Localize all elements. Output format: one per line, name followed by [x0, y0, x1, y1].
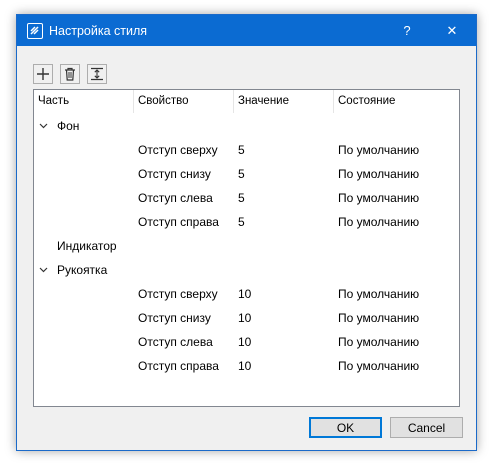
help-button[interactable]: ? [385, 15, 429, 46]
tree-row[interactable]: Отступ слева 10 По умолчанию [34, 330, 459, 354]
move-icon [91, 67, 103, 81]
style-settings-dialog: Настройка стиля ? ✕ Часть Свойство Значе… [16, 14, 477, 451]
column-header-property[interactable]: Свойство [134, 90, 234, 113]
value-cell: 5 [238, 167, 245, 181]
column-header-part[interactable]: Часть [34, 90, 134, 113]
property-cell: Отступ снизу [138, 311, 211, 325]
state-cell: По умолчанию [338, 359, 420, 373]
column-header-value[interactable]: Значение [234, 90, 334, 113]
value-cell: 10 [238, 359, 252, 373]
tree-group-row[interactable]: Индикатор [34, 234, 459, 258]
tree-row[interactable]: Отступ снизу 5 По умолчанию [34, 162, 459, 186]
property-cell: Отступ слева [138, 191, 213, 205]
part-label: Фон [57, 119, 80, 133]
tree-row[interactable]: Отступ снизу 10 По умолчанию [34, 306, 459, 330]
property-cell: Отступ сверху [138, 287, 218, 301]
value-cell: 10 [238, 335, 252, 349]
state-cell: По умолчанию [338, 335, 420, 349]
cancel-button[interactable]: Cancel [390, 417, 463, 438]
tree-row[interactable]: Отступ сверху 5 По умолчанию [34, 138, 459, 162]
style-tree[interactable]: Часть Свойство Значение Состояние Фон Отс… [33, 89, 460, 407]
property-cell: Отступ слева [138, 335, 213, 349]
tree-row[interactable]: Отступ слева 5 По умолчанию [34, 186, 459, 210]
tree-row[interactable]: Отступ справа 10 По умолчанию [34, 354, 459, 378]
column-header-state[interactable]: Состояние [334, 90, 459, 113]
part-label: Индикатор [57, 239, 117, 253]
value-cell: 5 [238, 191, 245, 205]
property-cell: Отступ справа [138, 215, 219, 229]
tree-row[interactable]: Отступ сверху 10 По умолчанию [34, 282, 459, 306]
window-title: Настройка стиля [49, 24, 148, 38]
ok-button[interactable]: OK [309, 417, 382, 438]
tree-group-row[interactable]: Рукоятка [34, 258, 459, 282]
title-bar[interactable]: Настройка стиля ? ✕ [17, 15, 476, 46]
state-cell: По умолчанию [338, 287, 420, 301]
delete-button[interactable] [60, 64, 80, 84]
state-cell: По умолчанию [338, 167, 420, 181]
state-cell: По умолчанию [338, 191, 420, 205]
part-label: Рукоятка [57, 263, 108, 277]
move-button[interactable] [87, 64, 107, 84]
chevron-down-icon[interactable] [37, 258, 49, 282]
value-cell: 5 [238, 143, 245, 157]
property-cell: Отступ справа [138, 359, 219, 373]
state-cell: По умолчанию [338, 215, 420, 229]
tree-group-row[interactable]: Фон [34, 114, 459, 138]
plus-icon [37, 68, 49, 80]
tree-header: Часть Свойство Значение Состояние [34, 90, 459, 113]
state-cell: По умолчанию [338, 143, 420, 157]
state-cell: По умолчанию [338, 311, 420, 325]
trash-icon [65, 67, 75, 81]
close-icon: ✕ [446, 22, 458, 38]
add-part-button[interactable] [33, 64, 53, 84]
value-cell: 10 [238, 287, 252, 301]
property-cell: Отступ сверху [138, 143, 218, 157]
help-icon: ? [403, 23, 411, 38]
property-cell: Отступ снизу [138, 167, 211, 181]
tree-row[interactable]: Отступ справа 5 По умолчанию [34, 210, 459, 234]
value-cell: 10 [238, 311, 252, 325]
app-icon [27, 23, 43, 39]
close-button[interactable]: ✕ [430, 15, 474, 46]
value-cell: 5 [238, 215, 245, 229]
chevron-down-icon[interactable] [37, 114, 49, 138]
